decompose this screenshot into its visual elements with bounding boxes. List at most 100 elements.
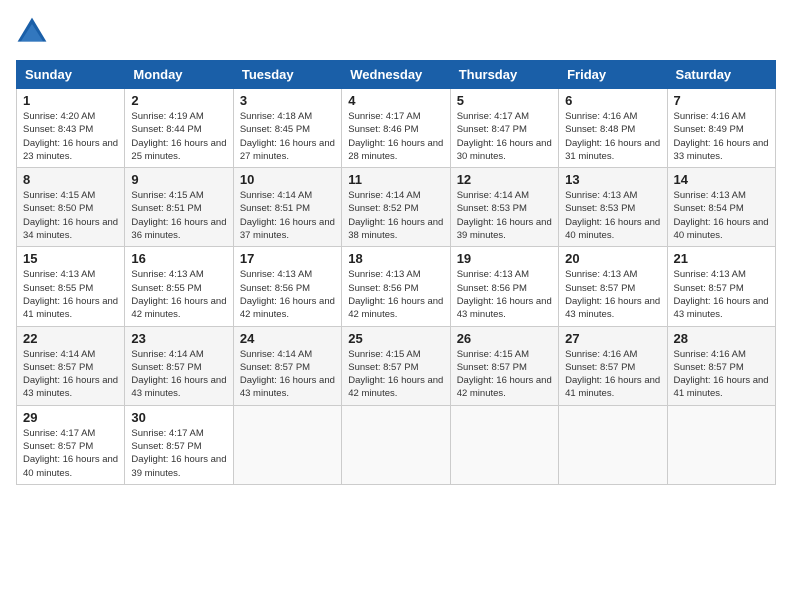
day-info: Sunrise: 4:18 AMSunset: 8:45 PMDaylight:… [240, 110, 335, 163]
day-number: 20 [565, 251, 660, 266]
day-number: 21 [674, 251, 769, 266]
calendar-cell: 5 Sunrise: 4:17 AMSunset: 8:47 PMDaylight… [450, 89, 558, 168]
calendar-week-row: 22 Sunrise: 4:14 AMSunset: 8:57 PMDayligh… [17, 326, 776, 405]
calendar-week-row: 1Sunrise: 4:20 AMSunset: 8:43 PMDaylight… [17, 89, 776, 168]
calendar-cell: 10 Sunrise: 4:14 AMSunset: 8:51 PMDayligh… [233, 168, 341, 247]
day-info: Sunrise: 4:13 AMSunset: 8:53 PMDaylight:… [565, 189, 660, 242]
calendar-table: SundayMondayTuesdayWednesdayThursdayFrid… [16, 60, 776, 485]
calendar-cell: 20 Sunrise: 4:13 AMSunset: 8:57 PMDayligh… [559, 247, 667, 326]
day-number: 15 [23, 251, 118, 266]
day-info: Sunrise: 4:15 AMSunset: 8:50 PMDaylight:… [23, 189, 118, 242]
calendar-cell: 3 Sunrise: 4:18 AMSunset: 8:45 PMDaylight… [233, 89, 341, 168]
logo-icon [16, 16, 48, 48]
calendar-cell: 2Sunrise: 4:19 AMSunset: 8:44 PMDaylight… [125, 89, 233, 168]
day-number: 27 [565, 331, 660, 346]
day-info: Sunrise: 4:17 AMSunset: 8:47 PMDaylight:… [457, 110, 552, 163]
calendar-cell: 19 Sunrise: 4:13 AMSunset: 8:56 PMDayligh… [450, 247, 558, 326]
day-info: Sunrise: 4:14 AMSunset: 8:53 PMDaylight:… [457, 189, 552, 242]
calendar-cell [450, 405, 558, 484]
day-header-saturday: Saturday [667, 61, 775, 89]
day-number: 25 [348, 331, 443, 346]
day-info: Sunrise: 4:16 AMSunset: 8:48 PMDaylight:… [565, 110, 660, 163]
day-number: 12 [457, 172, 552, 187]
calendar-cell: 29 Sunrise: 4:17 AMSunset: 8:57 PMDayligh… [17, 405, 125, 484]
day-number: 7 [674, 93, 769, 108]
calendar-cell [667, 405, 775, 484]
calendar-cell: 18Sunrise: 4:13 AMSunset: 8:56 PMDayligh… [342, 247, 450, 326]
day-number: 10 [240, 172, 335, 187]
calendar-cell: 27 Sunrise: 4:16 AMSunset: 8:57 PMDayligh… [559, 326, 667, 405]
day-number: 13 [565, 172, 660, 187]
calendar-cell: 8 Sunrise: 4:15 AMSunset: 8:50 PMDaylight… [17, 168, 125, 247]
day-number: 1 [23, 93, 118, 108]
calendar-cell: 17Sunrise: 4:13 AMSunset: 8:56 PMDayligh… [233, 247, 341, 326]
day-number: 3 [240, 93, 335, 108]
day-number: 11 [348, 172, 443, 187]
day-number: 19 [457, 251, 552, 266]
day-number: 23 [131, 331, 226, 346]
day-info: Sunrise: 4:17 AMSunset: 8:57 PMDaylight:… [23, 427, 118, 480]
day-info: Sunrise: 4:13 AMSunset: 8:56 PMDaylight:… [240, 268, 335, 321]
day-info: Sunrise: 4:13 AMSunset: 8:56 PMDaylight:… [348, 268, 443, 321]
day-number: 16 [131, 251, 226, 266]
calendar-cell: 14 Sunrise: 4:13 AMSunset: 8:54 PMDayligh… [667, 168, 775, 247]
calendar-cell [342, 405, 450, 484]
calendar-cell: 11 Sunrise: 4:14 AMSunset: 8:52 PMDayligh… [342, 168, 450, 247]
day-info: Sunrise: 4:16 AMSunset: 8:49 PMDaylight:… [674, 110, 769, 163]
day-header-sunday: Sunday [17, 61, 125, 89]
day-info: Sunrise: 4:13 AMSunset: 8:54 PMDaylight:… [674, 189, 769, 242]
calendar-cell: 30 Sunrise: 4:17 AMSunset: 8:57 PMDayligh… [125, 405, 233, 484]
day-info: Sunrise: 4:16 AMSunset: 8:57 PMDaylight:… [674, 348, 769, 401]
day-number: 26 [457, 331, 552, 346]
day-header-tuesday: Tuesday [233, 61, 341, 89]
day-info: Sunrise: 4:19 AMSunset: 8:44 PMDaylight:… [131, 110, 226, 163]
day-info: Sunrise: 4:14 AMSunset: 8:52 PMDaylight:… [348, 189, 443, 242]
calendar-cell [233, 405, 341, 484]
calendar-cell: 22 Sunrise: 4:14 AMSunset: 8:57 PMDayligh… [17, 326, 125, 405]
day-number: 8 [23, 172, 118, 187]
day-header-thursday: Thursday [450, 61, 558, 89]
page-header [16, 16, 776, 48]
day-info: Sunrise: 4:14 AMSunset: 8:51 PMDaylight:… [240, 189, 335, 242]
day-info: Sunrise: 4:17 AMSunset: 8:57 PMDaylight:… [131, 427, 226, 480]
day-header-friday: Friday [559, 61, 667, 89]
day-info: Sunrise: 4:16 AMSunset: 8:57 PMDaylight:… [565, 348, 660, 401]
calendar-cell: 24Sunrise: 4:14 AMSunset: 8:57 PMDayligh… [233, 326, 341, 405]
calendar-cell: 12 Sunrise: 4:14 AMSunset: 8:53 PMDayligh… [450, 168, 558, 247]
day-info: Sunrise: 4:15 AMSunset: 8:51 PMDaylight:… [131, 189, 226, 242]
calendar-cell: 13 Sunrise: 4:13 AMSunset: 8:53 PMDayligh… [559, 168, 667, 247]
day-number: 9 [131, 172, 226, 187]
day-info: Sunrise: 4:13 AMSunset: 8:57 PMDaylight:… [565, 268, 660, 321]
day-info: Sunrise: 4:13 AMSunset: 8:56 PMDaylight:… [457, 268, 552, 321]
day-number: 14 [674, 172, 769, 187]
day-info: Sunrise: 4:14 AMSunset: 8:57 PMDaylight:… [131, 348, 226, 401]
day-info: Sunrise: 4:17 AMSunset: 8:46 PMDaylight:… [348, 110, 443, 163]
calendar-week-row: 15 Sunrise: 4:13 AMSunset: 8:55 PMDayligh… [17, 247, 776, 326]
calendar-cell: 25 Sunrise: 4:15 AMSunset: 8:57 PMDayligh… [342, 326, 450, 405]
day-number: 28 [674, 331, 769, 346]
calendar-cell: 1Sunrise: 4:20 AMSunset: 8:43 PMDaylight… [17, 89, 125, 168]
day-number: 29 [23, 410, 118, 425]
day-info: Sunrise: 4:15 AMSunset: 8:57 PMDaylight:… [457, 348, 552, 401]
calendar-week-row: 29 Sunrise: 4:17 AMSunset: 8:57 PMDayligh… [17, 405, 776, 484]
day-number: 30 [131, 410, 226, 425]
day-number: 22 [23, 331, 118, 346]
day-info: Sunrise: 4:15 AMSunset: 8:57 PMDaylight:… [348, 348, 443, 401]
day-info: Sunrise: 4:14 AMSunset: 8:57 PMDaylight:… [23, 348, 118, 401]
calendar-cell: 15 Sunrise: 4:13 AMSunset: 8:55 PMDayligh… [17, 247, 125, 326]
day-number: 6 [565, 93, 660, 108]
calendar-cell: 26 Sunrise: 4:15 AMSunset: 8:57 PMDayligh… [450, 326, 558, 405]
day-header-monday: Monday [125, 61, 233, 89]
calendar-cell: 6 Sunrise: 4:16 AMSunset: 8:48 PMDaylight… [559, 89, 667, 168]
calendar-cell: 9 Sunrise: 4:15 AMSunset: 8:51 PMDaylight… [125, 168, 233, 247]
calendar-header-row: SundayMondayTuesdayWednesdayThursdayFrid… [17, 61, 776, 89]
day-info: Sunrise: 4:13 AMSunset: 8:55 PMDaylight:… [23, 268, 118, 321]
calendar-cell: 16Sunrise: 4:13 AMSunset: 8:55 PMDayligh… [125, 247, 233, 326]
calendar-cell: 21 Sunrise: 4:13 AMSunset: 8:57 PMDayligh… [667, 247, 775, 326]
day-header-wednesday: Wednesday [342, 61, 450, 89]
calendar-cell: 23 Sunrise: 4:14 AMSunset: 8:57 PMDayligh… [125, 326, 233, 405]
day-number: 5 [457, 93, 552, 108]
day-info: Sunrise: 4:13 AMSunset: 8:57 PMDaylight:… [674, 268, 769, 321]
calendar-cell: 4Sunrise: 4:17 AMSunset: 8:46 PMDaylight… [342, 89, 450, 168]
day-info: Sunrise: 4:14 AMSunset: 8:57 PMDaylight:… [240, 348, 335, 401]
